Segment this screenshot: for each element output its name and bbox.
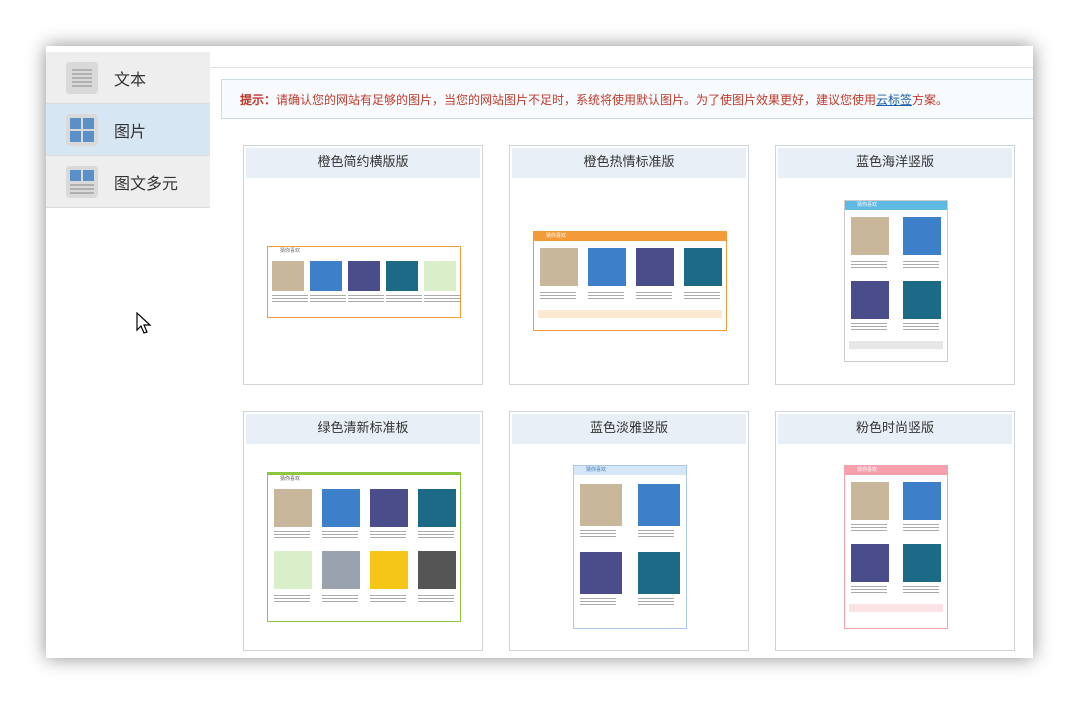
main-panel: 提示：请确认您的网站有足够的图片，当您的网站图片不足时，系统将使用默认图片。为了…: [210, 46, 1033, 658]
image-text-icon: [66, 165, 98, 198]
sidebar-item-label: 图片: [114, 121, 147, 141]
preview-header: 猜你喜欢: [268, 473, 460, 484]
template-preview: 猜你喜欢: [844, 200, 948, 362]
template-title: 绿色清新标准板: [246, 414, 480, 444]
preview-header: 猜你喜欢: [845, 201, 947, 210]
template-card[interactable]: 绿色清新标准板 猜你喜欢: [243, 411, 483, 651]
template-preview: 猜你喜欢: [844, 465, 948, 629]
template-preview: 猜你喜欢: [573, 465, 687, 629]
tip-prefix: 提示：: [240, 93, 277, 107]
tip-banner: 提示：请确认您的网站有足够的图片，当您的网站图片不足时，系统将使用默认图片。为了…: [221, 79, 1033, 119]
template-card[interactable]: 蓝色海洋竖版 猜你喜欢: [775, 145, 1015, 385]
template-card[interactable]: 蓝色淡雅竖版 猜你喜欢: [509, 411, 749, 651]
preview-header: 猜你喜欢: [534, 232, 726, 241]
sidebar-item-image-text[interactable]: 图文多元: [46, 156, 210, 208]
dialog-window: 文本 图片 图文多元 提示：请确认您的网站有足够的图片，当您的网站图片不足时，系…: [46, 46, 1033, 658]
template-title: 橙色简约横版版: [246, 148, 480, 178]
template-title: 蓝色海洋竖版: [778, 148, 1012, 178]
tip-message: 请确认您的网站有足够的图片，当您的网站图片不足时，系统将使用默认图片。为了使图片…: [276, 93, 877, 107]
sidebar-item-label: 文本: [114, 69, 147, 89]
template-card[interactable]: 粉色时尚竖版 猜你喜欢: [775, 411, 1015, 651]
tip-suffix: 方案。: [912, 93, 949, 107]
preview-header: 猜你喜欢: [574, 466, 686, 475]
image-grid-icon: [66, 113, 98, 146]
divider: [210, 67, 1033, 68]
template-preview: 猜你喜欢: [533, 231, 727, 331]
template-preview: 猜你喜欢: [267, 246, 461, 318]
template-title: 粉色时尚竖版: [778, 414, 1012, 444]
sidebar: 文本 图片 图文多元: [46, 46, 211, 658]
template-card[interactable]: 橙色简约横版版 猜你喜欢: [243, 145, 483, 385]
sidebar-item-text[interactable]: 文本: [46, 52, 210, 104]
sidebar-item-label: 图文多元: [114, 173, 179, 193]
preview-header: 猜你喜欢: [845, 466, 947, 475]
cloud-tag-link[interactable]: 云标签: [876, 93, 912, 107]
template-title: 蓝色淡雅竖版: [512, 414, 746, 444]
mouse-cursor-icon: [136, 312, 152, 334]
preview-header: 猜你喜欢: [280, 248, 301, 254]
template-card[interactable]: 橙色热情标准版 猜你喜欢: [509, 145, 749, 385]
sidebar-item-image[interactable]: 图片: [46, 104, 210, 156]
text-lines-icon: [66, 61, 98, 94]
template-title: 橙色热情标准版: [512, 148, 746, 178]
template-preview: 猜你喜欢: [267, 472, 461, 622]
